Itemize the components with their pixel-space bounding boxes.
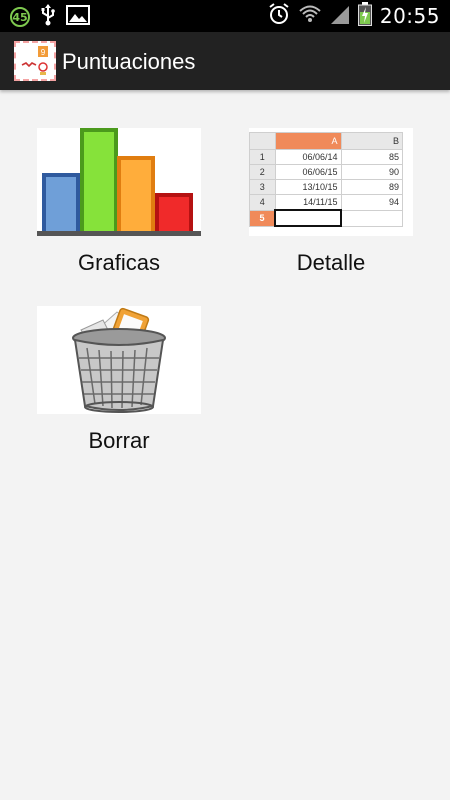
battery-charging-icon bbox=[357, 2, 372, 30]
wifi-icon bbox=[298, 2, 322, 30]
bar-chart-icon[interactable] bbox=[37, 128, 201, 236]
tile-detalle[interactable]: A B 1 06/06/14 85 2 06/06/15 90 3 13/10/… bbox=[249, 128, 413, 276]
sheet-cell-score: 89 bbox=[340, 179, 403, 195]
sheet-row-number: 1 bbox=[249, 149, 276, 165]
sheet-cell-score: 90 bbox=[340, 164, 403, 180]
sheet-col-header-b: B bbox=[340, 132, 403, 150]
tile-graficas[interactable]: Graficas bbox=[37, 128, 201, 276]
sheet-col-header-a: A bbox=[274, 132, 342, 150]
sheet-cell-date: 06/06/14 bbox=[274, 149, 342, 165]
app-logo-digit: 9 bbox=[41, 48, 46, 57]
sheet-row-number: 4 bbox=[249, 194, 276, 211]
sheet-cell-date: 06/06/15 bbox=[274, 164, 342, 180]
status-time: 20:55 bbox=[379, 4, 440, 28]
status-left-icons: 45 bbox=[10, 4, 90, 30]
status-right-icons: 20:55 bbox=[268, 2, 440, 30]
action-bar: 9 Puntuaciones bbox=[0, 32, 450, 90]
tile-label-graficas: Graficas bbox=[78, 250, 160, 275]
sheet-cell-score: 85 bbox=[340, 149, 403, 165]
page-title: Puntuaciones bbox=[62, 49, 196, 74]
sheet-cell-date: 14/11/15 bbox=[274, 194, 342, 211]
usb-icon bbox=[40, 4, 56, 30]
app-logo-icon[interactable]: 9 bbox=[14, 41, 56, 81]
sheet-cell-date: 13/10/15 bbox=[274, 179, 342, 195]
notification-count-badge: 45 bbox=[10, 7, 30, 27]
sheet-corner bbox=[249, 132, 276, 150]
tile-borrar[interactable]: Borrar bbox=[37, 306, 201, 454]
sheet-row-number: 3 bbox=[249, 179, 276, 195]
sheet-cell-score bbox=[340, 209, 403, 227]
sheet-row-number: 2 bbox=[249, 164, 276, 180]
spreadsheet-icon[interactable]: A B 1 06/06/14 85 2 06/06/15 90 3 13/10/… bbox=[249, 128, 413, 236]
sheet-row-number: 5 bbox=[249, 209, 276, 227]
signal-icon bbox=[330, 3, 350, 29]
image-icon bbox=[66, 5, 90, 29]
spreadsheet-preview: A B 1 06/06/14 85 2 06/06/15 90 3 13/10/… bbox=[249, 128, 413, 236]
sheet-cell-score: 94 bbox=[340, 194, 403, 211]
status-bar: 45 20:55 bbox=[0, 0, 450, 32]
tile-label-detalle: Detalle bbox=[296, 250, 366, 275]
alarm-icon bbox=[268, 2, 290, 30]
sheet-selected-cell bbox=[274, 209, 342, 227]
trash-can-icon[interactable] bbox=[37, 306, 201, 414]
tile-label-borrar: Borrar bbox=[88, 428, 150, 453]
